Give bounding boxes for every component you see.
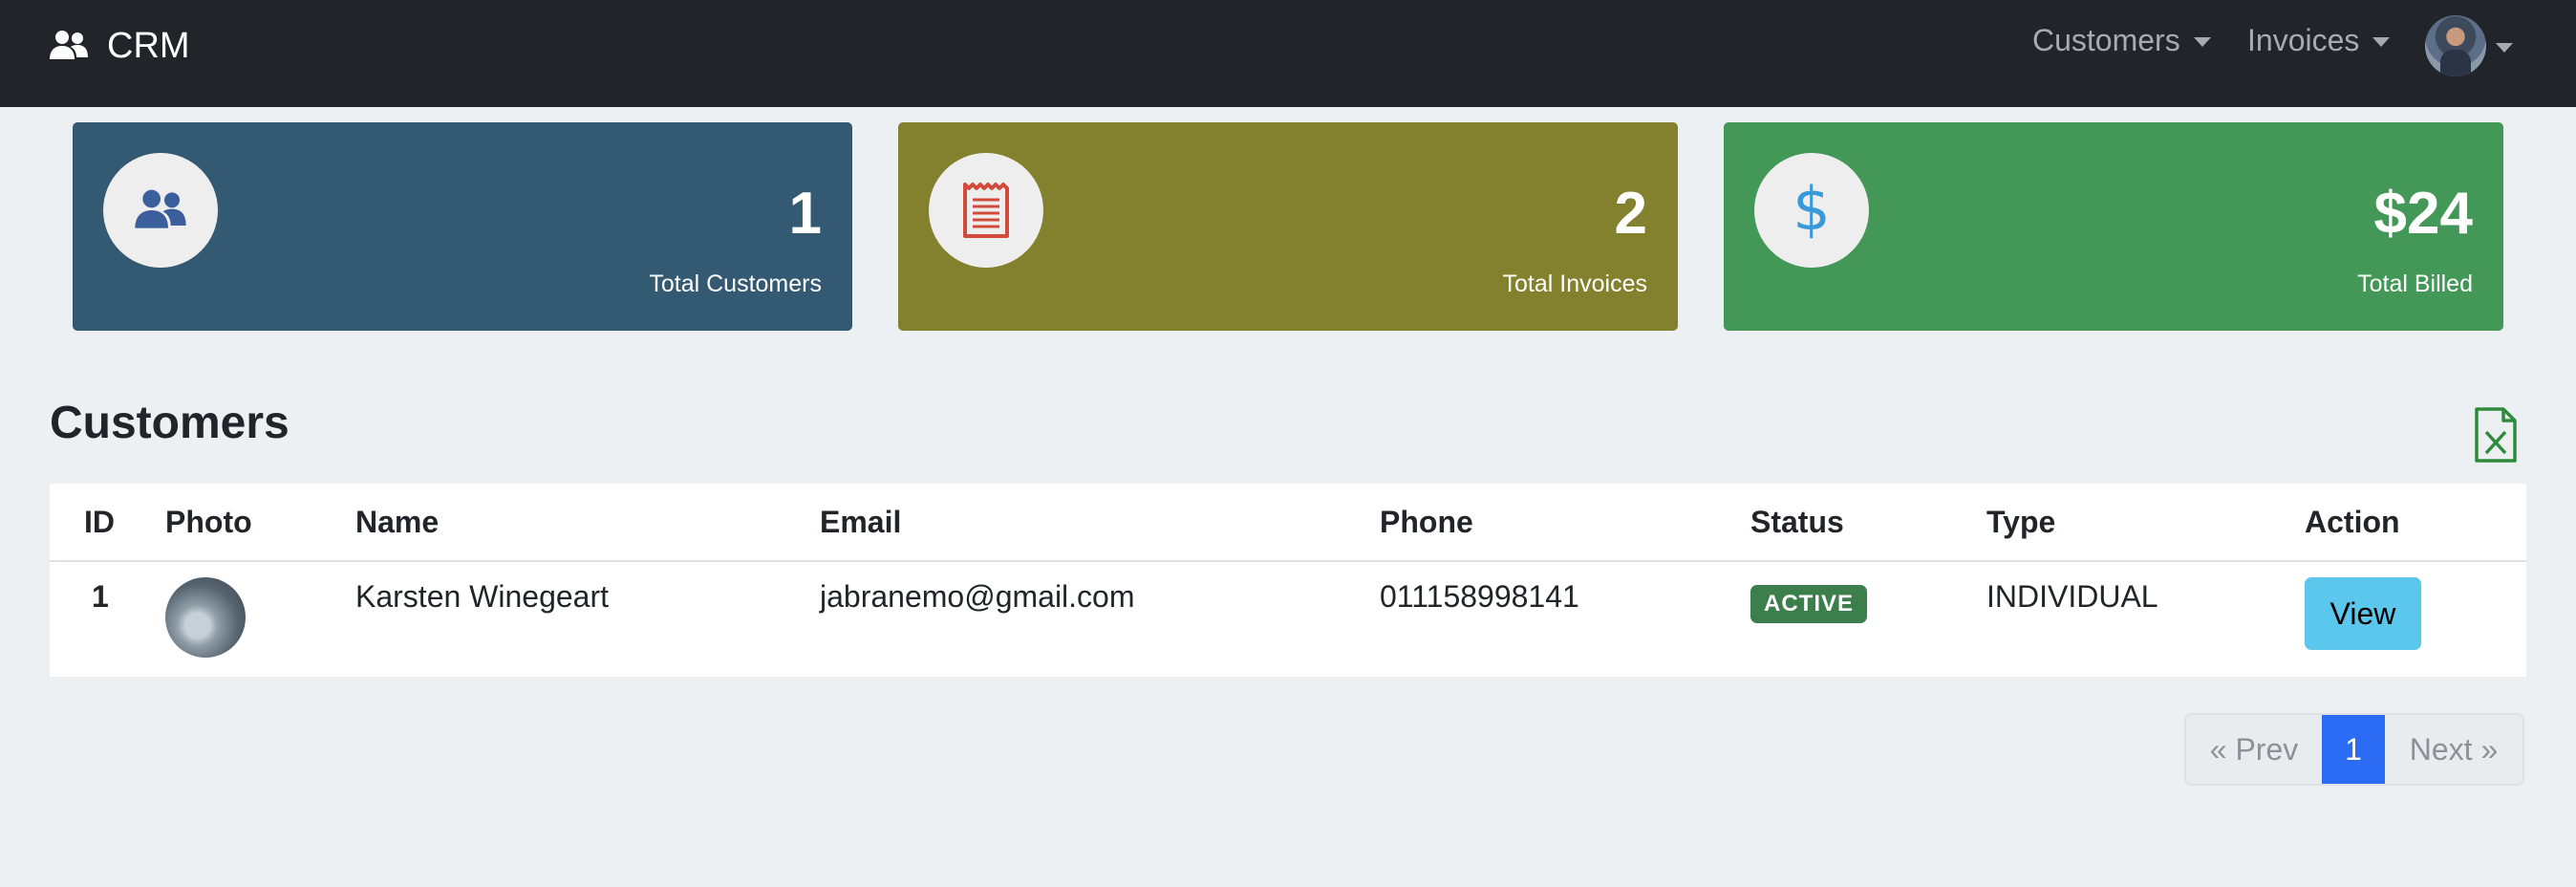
customer-photo bbox=[165, 577, 246, 658]
top-navbar: CRM Customers Invoices bbox=[0, 0, 2576, 107]
caret-down-icon bbox=[2193, 37, 2211, 47]
column-header-id: ID bbox=[84, 505, 115, 539]
cell-phone: 011158998141 bbox=[1380, 579, 1579, 614]
stat-value: $24 bbox=[2373, 181, 2473, 247]
stat-icon-circle bbox=[929, 153, 1043, 268]
pagination-prev[interactable]: « Prev bbox=[2186, 715, 2322, 784]
status-badge: ACTIVE bbox=[1750, 585, 1868, 623]
pagination-next[interactable]: Next » bbox=[2385, 715, 2522, 784]
brand-link[interactable]: CRM bbox=[48, 23, 190, 69]
nav-customers-dropdown[interactable]: Customers bbox=[2032, 17, 2211, 63]
dollar-icon: $ bbox=[1792, 180, 1830, 241]
caret-down-icon bbox=[2496, 43, 2513, 53]
column-header-photo: Photo bbox=[165, 505, 252, 539]
column-header-email: Email bbox=[820, 505, 902, 539]
profile-dropdown[interactable] bbox=[2425, 15, 2513, 76]
stat-icon-circle bbox=[103, 153, 218, 268]
stat-icon-circle: $ bbox=[1754, 153, 1869, 268]
pagination: « Prev 1 Next » bbox=[2184, 713, 2524, 786]
user-avatar bbox=[2425, 15, 2486, 76]
cell-type: INDIVIDUAL bbox=[1986, 579, 2158, 614]
column-header-name: Name bbox=[355, 505, 440, 539]
receipt-icon bbox=[963, 183, 1009, 238]
view-button[interactable]: View bbox=[2305, 577, 2421, 650]
nav-invoices-label: Invoices bbox=[2247, 22, 2360, 57]
stat-value: 2 bbox=[1614, 181, 1647, 247]
caret-down-icon bbox=[2372, 37, 2391, 47]
column-header-phone: Phone bbox=[1380, 505, 1473, 539]
brand-name: CRM bbox=[107, 25, 190, 66]
stat-label: Total Billed bbox=[2357, 270, 2473, 297]
customers-heading: Customers bbox=[50, 398, 290, 448]
column-header-action: Action bbox=[2305, 505, 2400, 539]
users-icon bbox=[50, 31, 88, 59]
stat-label: Total Invoices bbox=[1502, 270, 1647, 297]
nav-invoices-dropdown[interactable]: Invoices bbox=[2247, 17, 2391, 63]
header-divider bbox=[50, 560, 2526, 562]
cell-email: jabranemo@gmail.com bbox=[820, 579, 1135, 614]
stat-card-customers: 1 Total Customers bbox=[73, 122, 852, 331]
cell-id: 1 bbox=[92, 579, 109, 614]
svg-text:$: $ bbox=[1792, 180, 1830, 241]
column-header-status: Status bbox=[1750, 505, 1844, 539]
stat-card-invoices: 2 Total Invoices bbox=[898, 122, 1678, 331]
excel-file-icon[interactable] bbox=[2473, 405, 2519, 465]
stat-value: 1 bbox=[788, 181, 822, 247]
stat-label: Total Customers bbox=[649, 270, 822, 297]
column-header-type: Type bbox=[1986, 505, 2056, 539]
cell-name: Karsten Winegeart bbox=[355, 579, 610, 614]
stat-card-billed: $ $24 Total Billed bbox=[1724, 122, 2503, 331]
nav-customers-label: Customers bbox=[2032, 22, 2180, 57]
pagination-page-1[interactable]: 1 bbox=[2322, 715, 2385, 784]
users-icon bbox=[135, 189, 186, 228]
customers-table: ID Photo Name Email Phone Status Type Ac… bbox=[50, 484, 2526, 677]
